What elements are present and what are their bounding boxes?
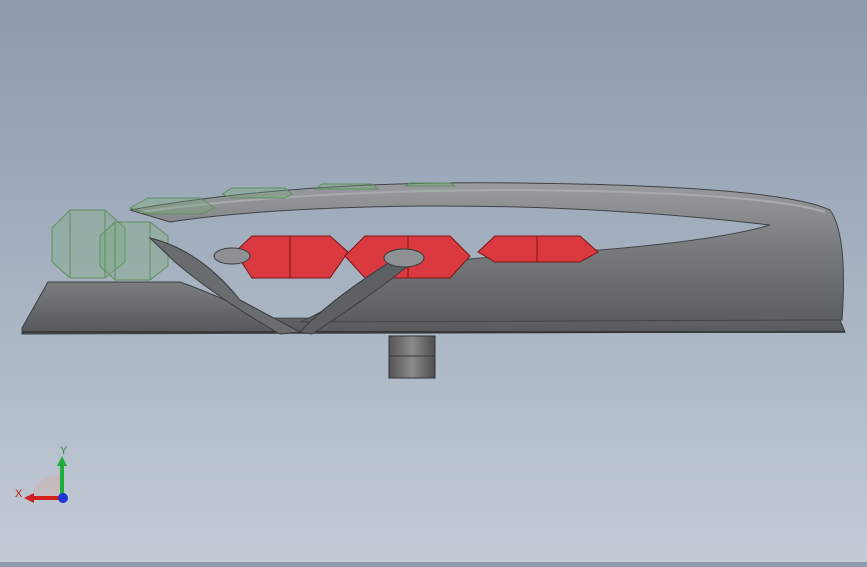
x-axis-label: X <box>15 488 23 500</box>
triad-plane <box>32 474 62 498</box>
red-gem-3 <box>477 235 599 263</box>
3d-viewport[interactable]: Y X <box>0 0 867 562</box>
hinge-pivot <box>383 248 425 268</box>
y-axis-label: Y <box>60 445 68 457</box>
bottom-peg <box>388 335 436 379</box>
coordinate-triad: Y X <box>10 440 80 510</box>
model-render[interactable] <box>0 0 867 562</box>
red-gem-1 <box>234 235 349 279</box>
z-axis-icon <box>58 493 68 503</box>
hinge-pivot-left <box>213 247 251 265</box>
